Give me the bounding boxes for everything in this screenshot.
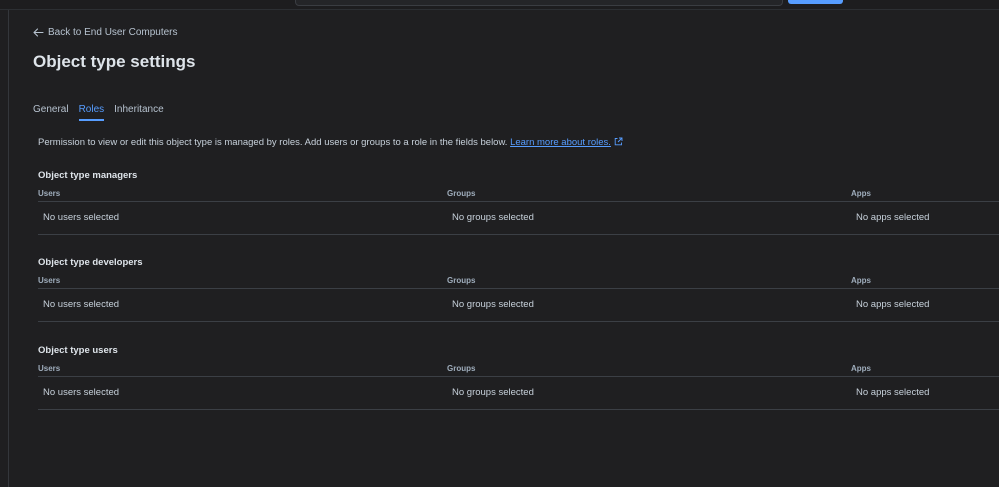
column-header-groups: Groups (447, 276, 476, 285)
learn-more-roles-link[interactable]: Learn more about roles. (510, 137, 611, 148)
external-link-icon[interactable] (614, 137, 623, 149)
column-header-apps: Apps (851, 276, 871, 285)
tab-roles[interactable]: Roles (78, 104, 105, 121)
section-title: Object type managers (38, 170, 138, 181)
tab-list: General Roles Inheritance (33, 104, 164, 121)
column-header-groups: Groups (447, 189, 476, 198)
developers-apps-field[interactable]: No apps selected (856, 299, 929, 310)
column-header-groups: Groups (447, 364, 476, 373)
roles-description-text: Permission to view or edit this object t… (38, 137, 511, 148)
managers-apps-field[interactable]: No apps selected (856, 212, 929, 223)
section-title: Object type developers (38, 257, 143, 268)
column-header-users: Users (38, 364, 61, 373)
sidebar-divider (8, 10, 9, 487)
tab-inheritance[interactable]: Inheritance (114, 104, 163, 121)
row-divider (38, 409, 999, 410)
users-role-users-field[interactable]: No users selected (43, 387, 119, 398)
column-header-apps: Apps (851, 189, 871, 198)
header-divider (38, 201, 999, 202)
back-link[interactable]: Back to End User Computers (33, 27, 178, 38)
developers-users-field[interactable]: No users selected (43, 299, 119, 310)
back-link-label: Back to End User Computers (48, 27, 178, 38)
header-divider (38, 288, 999, 289)
tab-general[interactable]: General (33, 104, 69, 121)
users-role-groups-field[interactable]: No groups selected (452, 387, 534, 398)
managers-groups-field[interactable]: No groups selected (452, 212, 534, 223)
row-divider (38, 234, 999, 235)
managers-users-field[interactable]: No users selected (43, 212, 119, 223)
roles-description: Permission to view or edit this object t… (38, 137, 623, 149)
header-divider (38, 376, 999, 377)
page-title: Object type settings (33, 52, 196, 71)
search-input[interactable] (295, 0, 783, 6)
arrow-left-icon (33, 28, 44, 37)
row-divider (38, 321, 999, 322)
column-header-apps: Apps (851, 364, 871, 373)
top-navigation-bar (0, 0, 999, 10)
section-title: Object type users (38, 345, 118, 356)
column-header-users: Users (38, 276, 61, 285)
developers-groups-field[interactable]: No groups selected (452, 299, 534, 310)
create-button[interactable] (788, 0, 843, 4)
column-header-users: Users (38, 189, 61, 198)
users-role-apps-field[interactable]: No apps selected (856, 387, 929, 398)
